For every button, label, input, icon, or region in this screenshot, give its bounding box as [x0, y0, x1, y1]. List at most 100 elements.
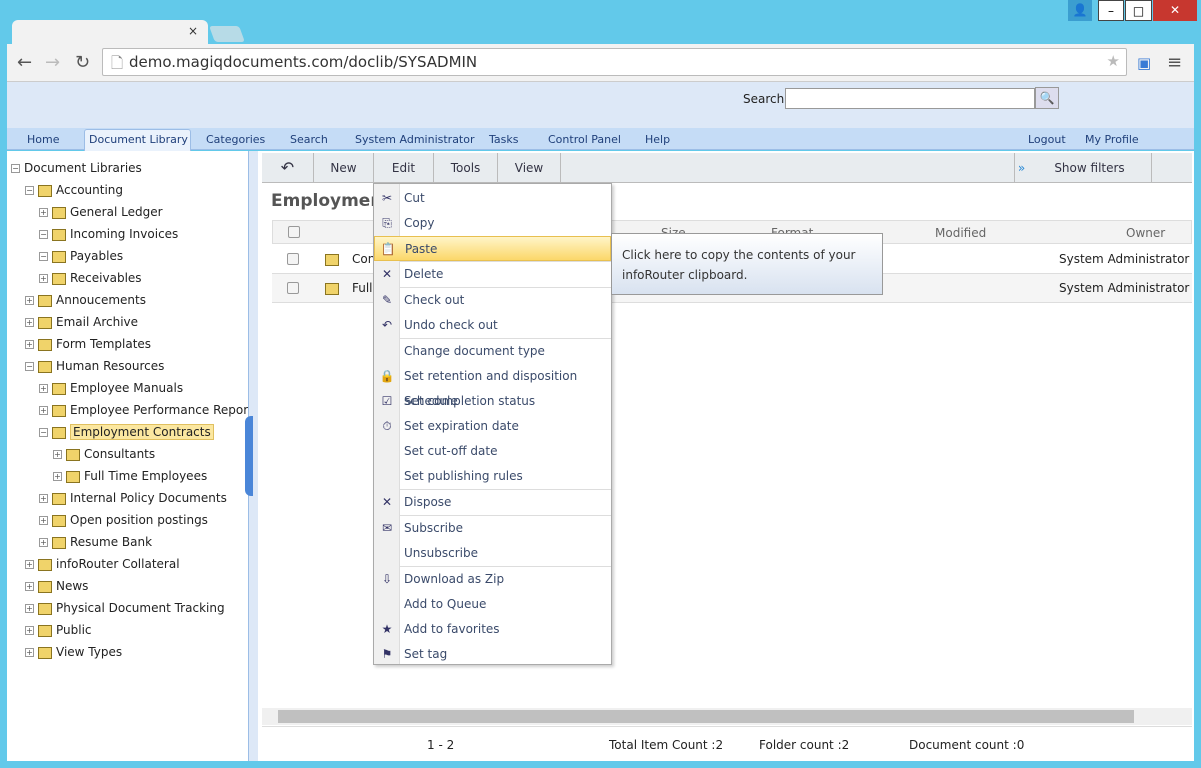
tree-item[interactable]: + General Ledger: [39, 202, 163, 222]
collapse-icon[interactable]: −: [39, 252, 48, 261]
tree-item[interactable]: + Open position postings: [39, 510, 208, 530]
menu-item-copy[interactable]: ⎘ Copy: [374, 211, 611, 236]
minimize-button[interactable]: –: [1098, 0, 1124, 21]
nav-tasks[interactable]: Tasks: [489, 133, 518, 146]
new-menu[interactable]: New: [314, 153, 374, 183]
extension-icon[interactable]: ▣: [1137, 54, 1151, 72]
expand-icon[interactable]: +: [25, 340, 34, 349]
expand-icon[interactable]: +: [39, 384, 48, 393]
tree-item[interactable]: − Incoming Invoices: [39, 224, 178, 244]
collapse-icon[interactable]: −: [39, 230, 48, 239]
view-menu[interactable]: View: [498, 153, 561, 183]
tree-item[interactable]: + Annoucements: [25, 290, 146, 310]
menu-item-set-tag[interactable]: ⚑ Set tag: [374, 642, 611, 667]
expand-icon[interactable]: +: [25, 626, 34, 635]
collapse-icon[interactable]: −: [25, 362, 34, 371]
forward-icon[interactable]: →: [45, 52, 60, 73]
splitter[interactable]: [245, 151, 258, 761]
nav-control-panel[interactable]: Control Panel: [548, 133, 621, 146]
tree-item[interactable]: + Form Templates: [25, 334, 151, 354]
close-tab-icon[interactable]: ×: [188, 24, 198, 38]
row-checkbox[interactable]: [287, 253, 299, 265]
expand-icon[interactable]: +: [39, 406, 48, 415]
edit-menu[interactable]: Edit: [374, 153, 434, 183]
expand-icon[interactable]: +: [39, 494, 48, 503]
nav-help[interactable]: Help: [645, 133, 670, 146]
tree-item[interactable]: + Email Archive: [25, 312, 138, 332]
select-all-checkbox[interactable]: [288, 226, 300, 238]
search-input[interactable]: [785, 88, 1035, 109]
column-modified[interactable]: Modified: [935, 226, 986, 240]
scrollbar-thumb[interactable]: [278, 710, 1134, 723]
back-button[interactable]: ↶: [262, 153, 314, 183]
menu-item-undo-check-out[interactable]: ↶ Undo check out: [374, 313, 611, 338]
menu-item-cut[interactable]: ✂ Cut: [374, 186, 611, 211]
expand-icon[interactable]: +: [25, 604, 34, 613]
tree-item[interactable]: + Receivables: [39, 268, 142, 288]
nav-search[interactable]: Search: [290, 133, 328, 146]
expand-icon[interactable]: +: [53, 472, 62, 481]
collapse-icon[interactable]: −: [39, 428, 48, 437]
menu-item-set-retention-and-disposition-schedule[interactable]: 🔒 Set retention and disposition schedule: [374, 364, 611, 408]
menu-item-unsubscribe[interactable]: Unsubscribe: [374, 541, 611, 566]
tree-item[interactable]: + Employee Performance Reports: [39, 400, 259, 420]
menu-item-add-to-queue[interactable]: Add to Queue: [374, 592, 611, 617]
menu-item-change-document-type[interactable]: Change document type: [374, 339, 611, 364]
tree-item[interactable]: + News: [25, 576, 88, 596]
reload-icon[interactable]: ↻: [75, 52, 90, 73]
menu-item-download-as-zip[interactable]: ⇩ Download as Zip: [374, 567, 611, 592]
nav-my-profile[interactable]: My Profile: [1085, 133, 1139, 146]
user-icon[interactable]: 👤: [1068, 0, 1092, 21]
expand-icon[interactable]: +: [25, 560, 34, 569]
tree-item[interactable]: + View Types: [25, 642, 122, 662]
tree-item[interactable]: − Human Resources: [25, 356, 164, 376]
maximize-button[interactable]: □: [1125, 0, 1152, 21]
tree-item[interactable]: + Employee Manuals: [39, 378, 183, 398]
tree-item[interactable]: + Internal Policy Documents: [39, 488, 227, 508]
expand-icon[interactable]: +: [25, 648, 34, 657]
nav-logout[interactable]: Logout: [1028, 133, 1066, 146]
menu-item-set-publishing-rules[interactable]: Set publishing rules: [374, 464, 611, 489]
expand-icon[interactable]: +: [25, 318, 34, 327]
menu-item-add-to-favorites[interactable]: ★ Add to favorites: [374, 617, 611, 642]
expand-icon[interactable]: +: [39, 274, 48, 283]
expand-icon[interactable]: +: [25, 296, 34, 305]
nav-system-administrator[interactable]: System Administrator: [355, 133, 475, 146]
tree-item[interactable]: − Employment Contracts: [39, 422, 214, 442]
nav-document-library[interactable]: Document Library: [89, 133, 188, 146]
tree-item[interactable]: + infoRouter Collateral: [25, 554, 180, 574]
address-bar[interactable]: 🗋 demo.magiqdocuments.com/doclib/SYSADMIN…: [102, 48, 1127, 76]
star-icon[interactable]: ★: [1107, 52, 1120, 70]
menu-item-subscribe[interactable]: ✉ Subscribe: [374, 516, 611, 541]
chevron-icon[interactable]: »: [1014, 153, 1028, 183]
tree-item[interactable]: + Full Time Employees: [53, 466, 207, 486]
browser-tab[interactable]: ×: [12, 20, 208, 46]
menu-item-delete[interactable]: ✕ Delete: [374, 262, 611, 287]
expand-icon[interactable]: +: [39, 208, 48, 217]
menu-item-check-out[interactable]: ✎ Check out: [374, 288, 611, 313]
expand-icon[interactable]: +: [53, 450, 62, 459]
expand-icon[interactable]: +: [25, 582, 34, 591]
column-owner[interactable]: Owner: [1126, 226, 1165, 240]
menu-item-dispose[interactable]: ✕ Dispose: [374, 490, 611, 515]
collapse-icon[interactable]: −: [11, 164, 20, 173]
close-window-button[interactable]: ✕: [1153, 0, 1197, 21]
tree-item[interactable]: + Public: [25, 620, 92, 640]
tree-item[interactable]: + Physical Document Tracking: [25, 598, 225, 618]
expand-icon[interactable]: +: [39, 538, 48, 547]
back-icon[interactable]: ←: [17, 52, 32, 73]
expand-icon[interactable]: +: [39, 516, 48, 525]
show-filters-button[interactable]: Show filters: [1028, 153, 1152, 183]
tree-item[interactable]: − Accounting: [25, 180, 123, 200]
tree-item[interactable]: − Payables: [39, 246, 123, 266]
tools-menu[interactable]: Tools: [434, 153, 498, 183]
menu-item-set-cut-off-date[interactable]: Set cut-off date: [374, 439, 611, 464]
nav-home[interactable]: Home: [27, 133, 59, 146]
search-button[interactable]: 🔍: [1035, 87, 1059, 109]
menu-icon[interactable]: ≡: [1167, 52, 1182, 73]
collapse-handle[interactable]: [245, 416, 253, 496]
nav-categories[interactable]: Categories: [206, 133, 265, 146]
menu-item-paste[interactable]: 📋 Paste: [374, 236, 611, 261]
tree-item[interactable]: + Consultants: [53, 444, 155, 464]
tree-item[interactable]: − Document Libraries: [11, 158, 142, 178]
